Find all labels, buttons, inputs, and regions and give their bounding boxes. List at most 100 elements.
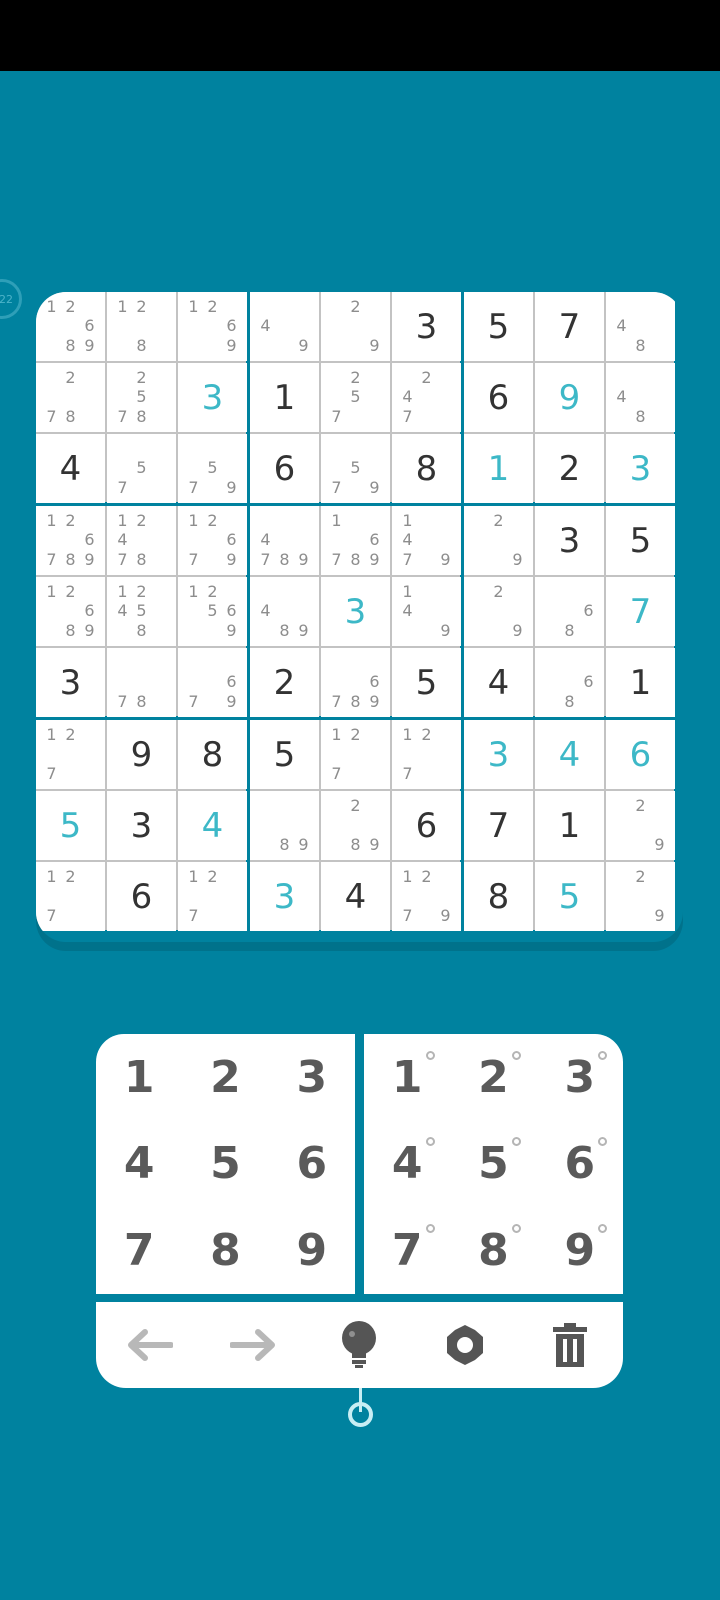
cell-r8c9[interactable]: 29 xyxy=(606,791,675,860)
cell-r6c7[interactable]: 4 xyxy=(464,648,533,717)
note-key-5[interactable]: 5 xyxy=(450,1121,536,1208)
cell-r1c9[interactable]: 48 xyxy=(606,292,675,361)
cell-r6c2[interactable]: 78 xyxy=(107,648,176,717)
cell-r3c3[interactable]: 57 9 xyxy=(178,434,247,503)
cell-r7c3[interactable]: 8 xyxy=(178,720,247,789)
cell-r6c6[interactable]: 5 xyxy=(392,648,461,717)
cell-r7c2[interactable]: 9 xyxy=(107,720,176,789)
cell-r8c2[interactable]: 3 xyxy=(107,791,176,860)
note-key-4[interactable]: 4 xyxy=(364,1121,450,1208)
cell-r3c6[interactable]: 8 xyxy=(392,434,461,503)
cell-r3c4[interactable]: 6 xyxy=(250,434,319,503)
cell-r7c8[interactable]: 4 xyxy=(535,720,604,789)
cell-r2c6[interactable]: 247 xyxy=(392,363,461,432)
hint-indicator-dot[interactable] xyxy=(348,1402,373,1427)
cell-r5c7[interactable]: 29 xyxy=(464,577,533,646)
cell-r6c3[interactable]: 6 7 9 xyxy=(178,648,247,717)
cell-r2c8[interactable]: 9 xyxy=(535,363,604,432)
cell-r3c5[interactable]: 57 9 xyxy=(321,434,390,503)
cell-r9c1[interactable]: 127 xyxy=(36,862,105,931)
redo-button[interactable] xyxy=(224,1315,284,1375)
cell-r9c7[interactable]: 8 xyxy=(464,862,533,931)
cell-r5c9[interactable]: 7 xyxy=(606,577,675,646)
cell-r3c2[interactable]: 57 xyxy=(107,434,176,503)
note-key-2[interactable]: 2 xyxy=(450,1034,536,1121)
cell-r8c1[interactable]: 5 xyxy=(36,791,105,860)
cell-r7c6[interactable]: 127 xyxy=(392,720,461,789)
cell-r8c3[interactable]: 4 xyxy=(178,791,247,860)
undo-button[interactable] xyxy=(119,1315,179,1375)
cell-r1c7[interactable]: 5 xyxy=(464,292,533,361)
cell-r5c6[interactable]: 14 9 xyxy=(392,577,461,646)
cell-r1c6[interactable]: 3 xyxy=(392,292,461,361)
cell-r1c3[interactable]: 1269 xyxy=(178,292,247,361)
digit-key-4[interactable]: 4 xyxy=(96,1121,182,1208)
cell-r4c9[interactable]: 5 xyxy=(606,506,675,575)
cell-r6c9[interactable]: 1 xyxy=(606,648,675,717)
cell-r2c1[interactable]: 278 xyxy=(36,363,105,432)
cell-r1c5[interactable]: 29 xyxy=(321,292,390,361)
cell-r6c8[interactable]: 68 xyxy=(535,648,604,717)
cell-r2c9[interactable]: 48 xyxy=(606,363,675,432)
cell-r7c7[interactable]: 3 xyxy=(464,720,533,789)
cell-r4c2[interactable]: 12478 xyxy=(107,506,176,575)
cell-r3c1[interactable]: 4 xyxy=(36,434,105,503)
cell-r5c5[interactable]: 3 xyxy=(321,577,390,646)
cell-r5c4[interactable]: 489 xyxy=(250,577,319,646)
digit-key-1[interactable]: 1 xyxy=(96,1034,182,1121)
cell-r2c3[interactable]: 3 xyxy=(178,363,247,432)
cell-r4c8[interactable]: 3 xyxy=(535,506,604,575)
cell-r1c8[interactable]: 7 xyxy=(535,292,604,361)
cell-r9c3[interactable]: 127 xyxy=(178,862,247,931)
cell-r9c4[interactable]: 3 xyxy=(250,862,319,931)
cell-r9c5[interactable]: 4 xyxy=(321,862,390,931)
cell-r8c7[interactable]: 7 xyxy=(464,791,533,860)
cell-r8c8[interactable]: 1 xyxy=(535,791,604,860)
cell-r4c3[interactable]: 126 7 9 xyxy=(178,506,247,575)
cell-r3c7[interactable]: 1 xyxy=(464,434,533,503)
cell-r6c4[interactable]: 2 xyxy=(250,648,319,717)
cell-r2c7[interactable]: 6 xyxy=(464,363,533,432)
cell-r5c1[interactable]: 12689 xyxy=(36,577,105,646)
digit-key-2[interactable]: 2 xyxy=(182,1034,268,1121)
digit-key-5[interactable]: 5 xyxy=(182,1121,268,1208)
cell-r4c7[interactable]: 29 xyxy=(464,506,533,575)
cell-r1c2[interactable]: 12 8 xyxy=(107,292,176,361)
digit-key-6[interactable]: 6 xyxy=(269,1121,355,1208)
cell-r8c4[interactable]: 89 xyxy=(250,791,319,860)
cell-r2c2[interactable]: 2578 xyxy=(107,363,176,432)
cell-r2c5[interactable]: 257 xyxy=(321,363,390,432)
note-key-7[interactable]: 7 xyxy=(364,1207,450,1294)
delete-button[interactable] xyxy=(540,1315,600,1375)
note-key-9[interactable]: 9 xyxy=(537,1207,623,1294)
cell-r4c5[interactable]: 1 6 789 xyxy=(321,506,390,575)
cell-r1c4[interactable]: 49 xyxy=(250,292,319,361)
digit-key-3[interactable]: 3 xyxy=(269,1034,355,1121)
note-key-1[interactable]: 1 xyxy=(364,1034,450,1121)
cell-r9c9[interactable]: 29 xyxy=(606,862,675,931)
cell-r3c9[interactable]: 3 xyxy=(606,434,675,503)
cell-r7c9[interactable]: 6 xyxy=(606,720,675,789)
cell-r5c2[interactable]: 12458 xyxy=(107,577,176,646)
settings-button[interactable] xyxy=(435,1315,495,1375)
digit-key-8[interactable]: 8 xyxy=(182,1207,268,1294)
hint-button[interactable] xyxy=(329,1315,389,1375)
cell-r6c5[interactable]: 6 789 xyxy=(321,648,390,717)
cell-r9c2[interactable]: 6 xyxy=(107,862,176,931)
cell-r6c1[interactable]: 3 xyxy=(36,648,105,717)
cell-r4c6[interactable]: 147 9 xyxy=(392,506,461,575)
cell-r3c8[interactable]: 2 xyxy=(535,434,604,503)
cell-r8c6[interactable]: 6 xyxy=(392,791,461,860)
cell-r5c8[interactable]: 68 xyxy=(535,577,604,646)
cell-r4c4[interactable]: 4789 xyxy=(250,506,319,575)
cell-r5c3[interactable]: 12569 xyxy=(178,577,247,646)
note-key-8[interactable]: 8 xyxy=(450,1207,536,1294)
cell-r7c5[interactable]: 127 xyxy=(321,720,390,789)
timer-badge[interactable]: 22 xyxy=(0,279,22,319)
cell-r7c1[interactable]: 127 xyxy=(36,720,105,789)
cell-r7c4[interactable]: 5 xyxy=(250,720,319,789)
cell-r4c1[interactable]: 126 789 xyxy=(36,506,105,575)
cell-r8c5[interactable]: 2 89 xyxy=(321,791,390,860)
note-key-3[interactable]: 3 xyxy=(537,1034,623,1121)
digit-key-9[interactable]: 9 xyxy=(269,1207,355,1294)
